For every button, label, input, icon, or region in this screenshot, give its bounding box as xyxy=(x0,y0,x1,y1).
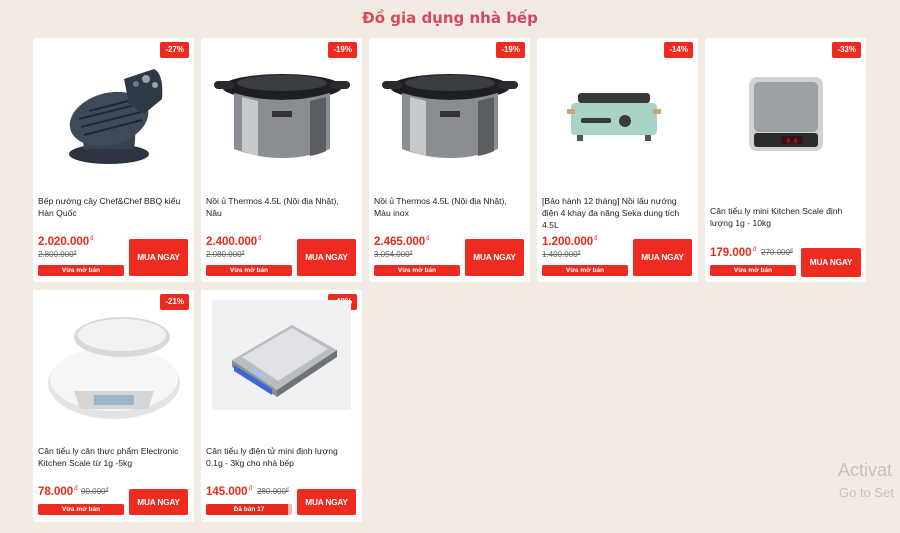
buy-now-button[interactable]: MUA NGAY xyxy=(129,489,188,515)
product-card[interactable]: -19% Nồi ủ Thermos 4.5L (Nội địa Nhật), … xyxy=(369,38,530,282)
buy-now-button[interactable]: MUA NGAY xyxy=(297,489,356,515)
buy-now-button[interactable]: MUA NGAY xyxy=(297,239,356,276)
buy-now-button[interactable]: MUA NGAY xyxy=(633,239,692,276)
kitchen-scale-icon[interactable] xyxy=(39,300,188,435)
section-title: Đồ gia dụng nhà bếp xyxy=(0,9,900,27)
product-price: 2.020.000đ xyxy=(38,236,94,248)
sold-status: Vừa mở bán xyxy=(710,265,796,276)
old-price: 1.400.000đ xyxy=(542,250,581,259)
windows-activation-subtext: Go to Set xyxy=(839,485,894,500)
grill-icon[interactable] xyxy=(39,46,188,181)
product-card[interactable]: -27% Bếp nướng cây Chef&Chef BBQ kiểu Hà… xyxy=(33,38,194,282)
product-card[interactable]: -14% [Bảo hành 12 tháng] Nồi lẩu nướng đ… xyxy=(537,38,698,282)
product-card[interactable]: -48% Cân tiểu ly điện tử mini định lượng… xyxy=(201,290,362,522)
sold-status: Vừa mở bán xyxy=(38,504,124,515)
old-price: 2.080.000đ xyxy=(206,250,245,259)
product-price: 2.400.000đ xyxy=(206,236,262,248)
svg-text:0.0: 0.0 xyxy=(786,138,797,145)
sold-status: Vừa mở bán xyxy=(542,265,628,276)
product-price: 145.000đ xyxy=(206,486,252,498)
product-price: 78.000đ xyxy=(38,486,78,498)
sold-status: Đã bán 17 xyxy=(233,506,265,513)
buy-now-button[interactable]: MUA NGAY xyxy=(465,239,524,276)
sold-status: Vừa mở bán xyxy=(374,265,460,276)
pot-icon[interactable] xyxy=(375,46,524,181)
product-name[interactable]: Cân tiểu ly cân thực phẩm Electronic Kit… xyxy=(38,445,188,469)
product-price: 2.465.000đ xyxy=(374,236,430,248)
product-name[interactable]: [Bảo hành 12 tháng] Nồi lẩu nướng điện 4… xyxy=(542,195,692,231)
sold-status: Vừa mở bán xyxy=(38,265,124,276)
scale-icon[interactable]: 0.0 xyxy=(711,46,860,181)
product-card[interactable]: -21% Cân tiểu ly cân thực phẩm Electroni… xyxy=(33,290,194,522)
product-price: 179.000đ xyxy=(710,247,756,259)
old-price: 3.054.000đ xyxy=(374,250,413,259)
product-name[interactable]: Cân tiểu ly mini Kitchen Scale định lượn… xyxy=(710,205,860,229)
product-name[interactable]: Nồi ủ Thermos 4.5L (Nội địa Nhật), Màu i… xyxy=(374,195,524,219)
buy-now-button[interactable]: MUA NGAY xyxy=(129,239,188,276)
buy-now-button[interactable]: MUA NGAY xyxy=(801,248,861,277)
product-card[interactable]: -19% Nồi ủ Thermos 4.5L (Nội địa Nhật), … xyxy=(201,38,362,282)
sold-status: Vừa mở bán xyxy=(206,265,292,276)
sold-progress-bar: Đã bán 17 xyxy=(206,504,292,515)
old-price: 280.000đ xyxy=(257,487,289,496)
windows-activation-watermark: Activat xyxy=(838,460,893,480)
old-price: 2.800.000đ xyxy=(38,250,77,259)
pot-icon[interactable] xyxy=(207,46,356,181)
product-name[interactable]: Nồi ủ Thermos 4.5L (Nội địa Nhật), Nâu xyxy=(206,195,356,219)
product-name[interactable]: Bếp nướng cây Chef&Chef BBQ kiểu Hàn Quố… xyxy=(38,195,188,219)
product-card[interactable]: -33% 0.0 Cân tiểu ly mini Kitchen Scale … xyxy=(705,38,866,282)
hotpot-icon[interactable] xyxy=(543,46,692,181)
digital-scale-icon[interactable] xyxy=(212,300,351,410)
product-name[interactable]: Cân tiểu ly điện tử mini định lượng 0.1g… xyxy=(206,445,356,469)
product-price: 1.200.000đ xyxy=(542,236,598,248)
old-price: 270.000đ xyxy=(761,248,793,257)
old-price: 00.000đ xyxy=(81,487,109,496)
